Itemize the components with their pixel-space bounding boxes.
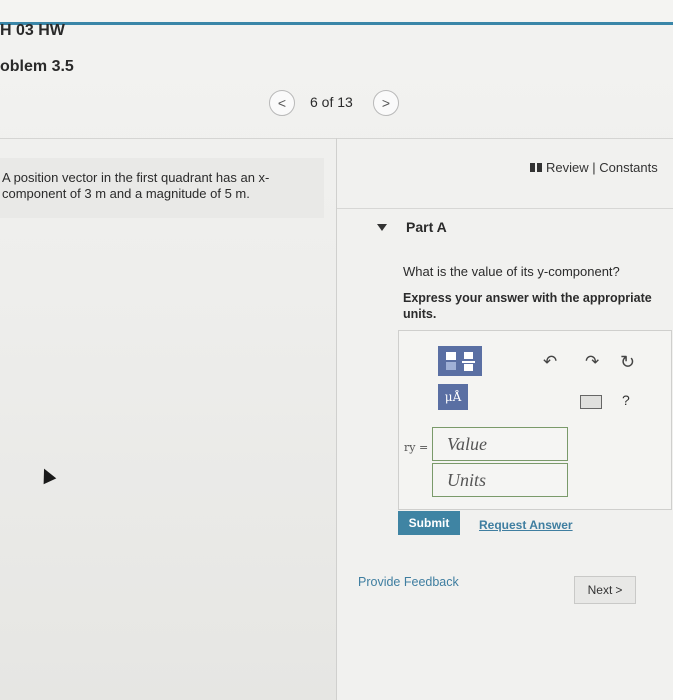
page-indicator: 6 of 13 [310,94,353,110]
review-constants-link[interactable]: Review | Constants [530,160,658,175]
undo-icon[interactable]: ↶ [543,352,557,372]
provide-feedback-link[interactable]: Provide Feedback [358,575,459,589]
units-input[interactable] [433,464,567,496]
value-input[interactable] [433,428,567,460]
part-title: Part A [406,219,447,235]
pagination: < 6 of 13 > [266,88,406,116]
problem-prompt: A position vector in the first quadrant … [2,170,270,201]
templates-button[interactable] [438,346,482,376]
chevron-right-icon: > [615,583,623,597]
units-button[interactable]: μÅ [438,384,468,410]
submit-button[interactable]: Submit [398,511,460,535]
next-problem-button[interactable]: > [373,90,399,116]
next-button[interactable]: Next > [574,576,636,604]
fraction-template-icon [446,352,475,371]
review-constants-label: Review | Constants [546,160,658,175]
units-field[interactable] [432,463,568,497]
mouse-cursor-icon [37,465,57,485]
answer-variable-label: ry = [404,441,429,454]
request-answer-link[interactable]: Request Answer [479,518,573,532]
collapse-triangle-icon[interactable] [377,224,387,231]
help-icon[interactable]: ? [622,392,630,408]
part-divider [337,208,673,209]
previous-problem-button[interactable]: < [269,90,295,116]
value-field[interactable] [432,427,568,461]
page: H 03 HW oblem 3.5 < 6 of 13 > A position… [0,0,673,700]
chevron-left-icon: < [277,95,287,111]
problem-title: oblem 3.5 [0,58,74,75]
book-icon [530,163,542,172]
top-bar [0,0,673,25]
question-text: What is the value of its y-component? [403,264,620,279]
next-label: Next [587,583,613,597]
keyboard-icon[interactable] [580,395,602,409]
course-title: H 03 HW [0,22,65,39]
redo-icon[interactable]: ↷ [585,352,599,372]
reset-icon[interactable]: ↻ [620,352,635,373]
chevron-right-icon: > [381,95,391,111]
instruction-text: Express your answer with the appropriate… [403,291,652,321]
